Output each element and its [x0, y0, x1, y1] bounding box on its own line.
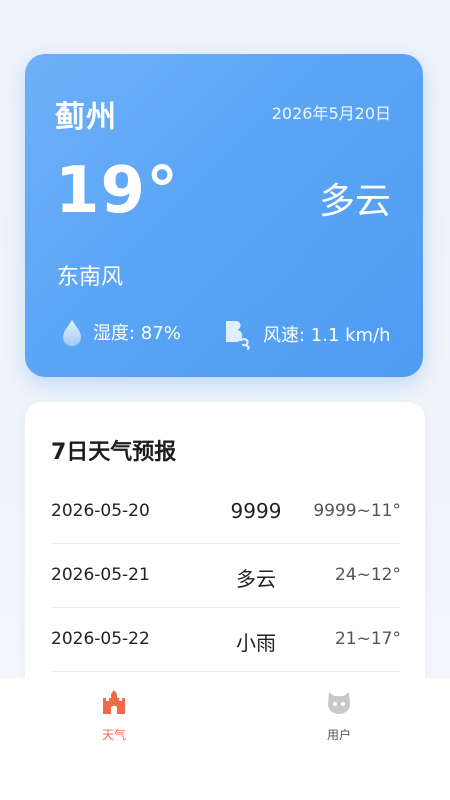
- forecast-condition: 9999: [230, 499, 282, 523]
- bottom-tab-bar: 天气 用户: [0, 678, 450, 800]
- current-date: 2026年5月20日: [271, 104, 391, 123]
- water-drop-icon: [63, 320, 81, 346]
- city-name: 蓟州: [55, 100, 117, 135]
- forecast-condition: 多云: [236, 567, 276, 591]
- current-temperature: 19°: [55, 154, 180, 228]
- forecast-card: 7日天气预报 2026-05-20 9999 9999~11° 2026-05-…: [25, 402, 425, 722]
- forecast-date: 2026-05-20: [51, 501, 150, 521]
- humidity-stat: 湿度: 87%: [61, 318, 181, 346]
- tab-weather-label: 天气: [101, 728, 126, 742]
- forecast-row: 2026-05-22 小雨 21~17°: [51, 607, 401, 672]
- current-weather-card: 蓟州 2026年5月20日 19° 多云 东南风 湿度: 87% 风速: 1.1…: [25, 54, 423, 377]
- forecast-row: 2026-05-20 9999 9999~11°: [51, 479, 401, 544]
- wind-direction: 东南风: [57, 265, 124, 290]
- wind-icon: [226, 321, 250, 350]
- castle-icon: [103, 690, 125, 714]
- forecast-title: 7日天气预报: [51, 440, 177, 465]
- forecast-temp: 9999~11°: [313, 501, 401, 521]
- forecast-temp: 24~12°: [334, 565, 401, 585]
- forecast-row: 2026-05-21 多云 24~12°: [51, 543, 401, 608]
- tab-user[interactable]: 用户: [299, 686, 379, 743]
- wind-speed-stat: 风速: 1.1 km/h: [223, 318, 391, 350]
- forecast-date: 2026-05-21: [51, 565, 150, 585]
- cat-face-icon: [328, 692, 350, 714]
- tab-weather[interactable]: 天气: [74, 686, 154, 743]
- forecast-condition: 小雨: [236, 631, 276, 655]
- forecast-temp: 21~17°: [334, 629, 401, 649]
- forecast-date: 2026-05-22: [51, 629, 150, 649]
- humidity-text: 湿度: 87%: [93, 323, 181, 344]
- tab-user-label: 用户: [326, 728, 351, 742]
- wind-speed-text: 风速: 1.1 km/h: [263, 325, 391, 346]
- current-condition: 多云: [318, 181, 391, 222]
